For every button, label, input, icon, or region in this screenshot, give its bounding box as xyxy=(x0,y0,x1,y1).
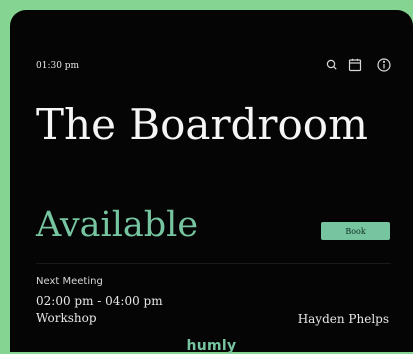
next-meeting-organizer: Hayden Phelps xyxy=(297,312,389,326)
search-icon[interactable] xyxy=(324,57,340,73)
next-meeting-heading: Next Meeting xyxy=(36,276,103,287)
availability-status: Available xyxy=(36,205,199,245)
calendar-icon[interactable] xyxy=(347,57,363,73)
next-meeting-subject: Workshop xyxy=(36,311,97,325)
room-name: The Boardroom xyxy=(36,100,368,149)
next-meeting-time: 02:00 pm - 04:00 pm xyxy=(36,294,163,308)
book-button[interactable]: Book xyxy=(321,222,390,240)
info-icon[interactable] xyxy=(376,57,392,73)
divider xyxy=(36,263,391,264)
room-display-panel: 01:30 pm The Boardroom Available Book Ne… xyxy=(10,10,413,354)
toolbar xyxy=(10,57,413,77)
